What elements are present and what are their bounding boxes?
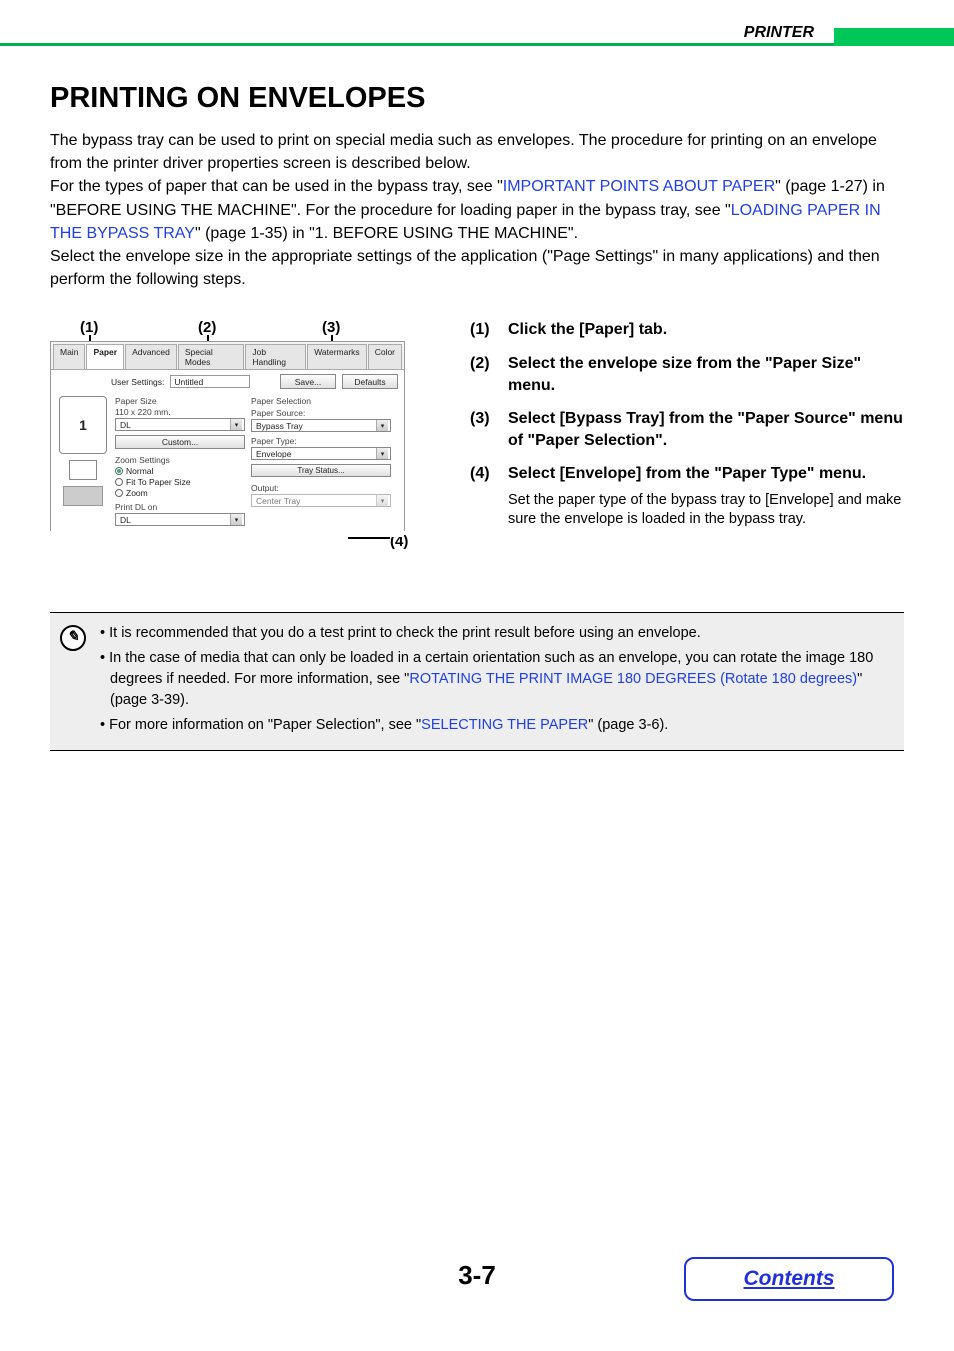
step-1-num: (1) [470,319,498,341]
driver-dialog: Main Paper Advanced Special Modes Job Ha… [50,341,405,531]
link-important-points[interactable]: IMPORTANT POINTS ABOUT PAPER [503,178,775,195]
step-4-num: (4) [470,463,498,530]
tab-special-modes[interactable]: Special Modes [178,344,245,369]
tab-paper[interactable]: Paper [86,344,124,369]
output-label: Output: [251,483,391,493]
paper-selection-label: Paper Selection [251,396,391,406]
radio-normal[interactable] [115,467,123,475]
tab-advanced[interactable]: Advanced [125,344,177,369]
intro-p1: The bypass tray can be used to print on … [50,132,877,172]
tab-job-handling[interactable]: Job Handling [245,344,306,369]
link-selecting-paper[interactable]: SELECTING THE PAPER [421,717,588,733]
note-box: ✎ It is recommended that you do a test p… [50,612,904,751]
step-2-text: Select the envelope size from the "Paper… [508,353,904,396]
contents-button[interactable]: Contents [684,1257,894,1301]
orientation-icon [69,460,97,480]
print-dl-select[interactable]: DL▾ [115,513,245,526]
paper-type-select[interactable]: Envelope▾ [251,447,391,460]
callout-3: (3) [322,319,340,336]
custom-button[interactable]: Custom... [115,435,245,449]
step-3-num: (3) [470,408,498,451]
callout-1: (1) [80,319,98,336]
tab-strip: Main Paper Advanced Special Modes Job Ha… [51,342,404,369]
tray-status-button[interactable]: Tray Status... [251,464,391,477]
save-button[interactable]: Save... [280,374,336,389]
zoom-settings-label: Zoom Settings [115,455,245,465]
paper-type-label: Paper Type: [251,436,391,446]
chevron-down-icon: ▾ [376,495,388,506]
note-2: In the case of media that can only be lo… [100,648,890,711]
note-3: For more information on "Paper Selection… [100,715,890,736]
chevron-down-icon: ▾ [376,420,388,431]
chevron-down-icon: ▾ [376,448,388,459]
step-4-note: Set the paper type of the bypass tray to… [508,491,904,530]
steps-list: (1) Click the [Paper] tab. (2) Select th… [470,319,904,542]
output-select: Center Tray▾ [251,494,391,507]
page-preview: 1 [59,396,107,454]
radio-zoom[interactable] [115,489,123,497]
paper-size-select[interactable]: DL▾ [115,418,245,431]
paper-source-label: Paper Source: [251,408,391,418]
callout-2: (2) [198,319,216,336]
header-accent [834,28,954,46]
callout-line-4b [348,537,390,539]
tab-color[interactable]: Color [368,344,402,369]
printer-icon [63,486,103,506]
chevron-down-icon: ▾ [230,419,242,430]
intro-p3: Select the envelope size in the appropri… [50,248,880,288]
step-2-num: (2) [470,353,498,396]
user-settings-label: User Settings: [111,377,164,387]
tab-main[interactable]: Main [53,344,85,369]
chevron-down-icon: ▾ [230,514,242,525]
page-title: PRINTING ON ENVELOPES [50,82,904,115]
step-1-text: Click the [Paper] tab. [508,319,667,341]
step-4-text: Select [Envelope] from the "Paper Type" … [508,465,866,482]
radio-fit[interactable] [115,478,123,486]
note-icon: ✎ [60,625,86,651]
intro-p2c: " (page 1-35) in "1. BEFORE USING THE MA… [195,225,578,242]
intro-text: The bypass tray can be used to print on … [50,129,904,291]
paper-size-dim: 110 x 220 mm. [115,407,245,417]
section-label: PRINTER [744,24,814,42]
note-1: It is recommended that you do a test pri… [100,623,890,644]
tab-watermarks[interactable]: Watermarks [307,344,367,369]
paper-source-select[interactable]: Bypass Tray▾ [251,419,391,432]
step-3-text: Select [Bypass Tray] from the "Paper Sou… [508,408,904,451]
screenshot-area: (1) (2) (3) (4) Main Paper Advanced Spec… [50,319,430,542]
user-settings-select[interactable]: Untitled [170,375,250,388]
paper-size-label: Paper Size [115,396,245,406]
defaults-button[interactable]: Defaults [342,374,398,389]
print-dl-label: Print DL on [115,502,245,512]
link-rotate-180[interactable]: ROTATING THE PRINT IMAGE 180 DEGREES (Ro… [409,671,857,687]
intro-p2a: For the types of paper that can be used … [50,178,503,195]
